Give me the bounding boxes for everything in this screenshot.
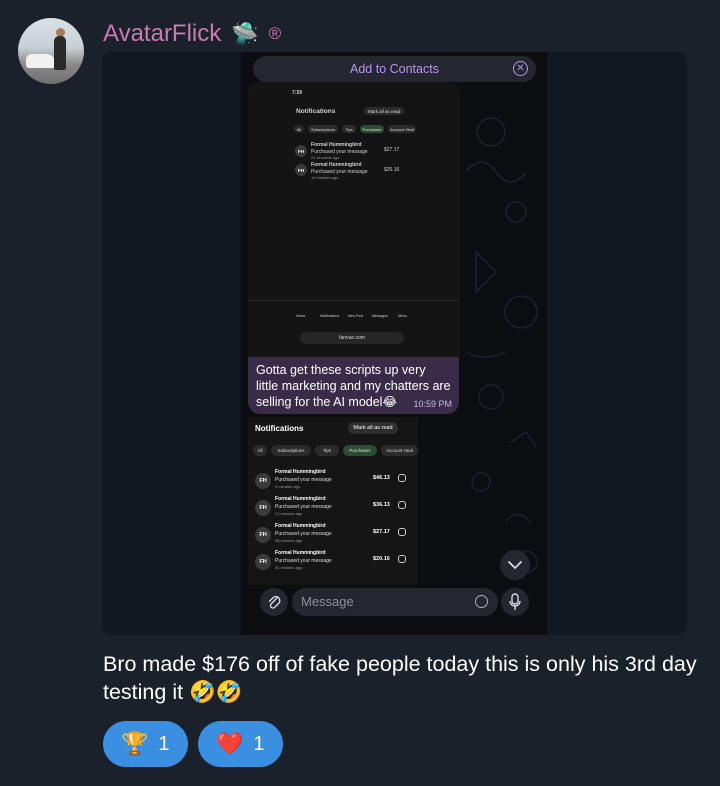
s2-row: FH Formal Hummingbird Purchased your mes… bbox=[248, 494, 418, 521]
s2-row-avatar: FH bbox=[255, 500, 271, 516]
message-placeholder: Message bbox=[301, 594, 354, 609]
s1-row2-name: Formal Hummingbird bbox=[311, 162, 362, 168]
s1-tab-account: Account Heal bbox=[388, 125, 416, 133]
notifications-screenshot-2: Notifications Mark all as read All Subsc… bbox=[248, 417, 418, 585]
mic-button[interactable] bbox=[501, 588, 529, 616]
s2-row-ago: 38 minutes ago bbox=[275, 538, 303, 543]
s2-tab-tips: Tips bbox=[315, 445, 339, 456]
s1-mark-all: Mark all as read bbox=[364, 107, 404, 115]
s1-nav-notifications: Notifications bbox=[320, 314, 340, 318]
s2-row-avatar: FH bbox=[255, 554, 271, 570]
s1-url: fanvue.com bbox=[339, 335, 365, 341]
s1-row2-ago: 12 minutes ago bbox=[311, 175, 339, 180]
inner-chat-bubble: Gotta get these scripts up very little m… bbox=[248, 357, 459, 414]
s2-row-ago: 21 minutes ago bbox=[275, 511, 303, 516]
s2-row-amount: $20.16 bbox=[373, 556, 390, 562]
microphone-icon bbox=[509, 593, 521, 610]
alarm-icon bbox=[398, 474, 406, 482]
s2-mark-all-label: Mark all as read bbox=[353, 425, 393, 431]
status-time: 7:59 bbox=[292, 90, 303, 96]
s1-row1-amount: $27.17 bbox=[384, 147, 400, 153]
reaction-trophy[interactable]: 🏆 1 bbox=[103, 721, 188, 767]
s2-row-name: Formal Hummingbird bbox=[275, 523, 326, 529]
avatar-car bbox=[26, 54, 56, 68]
reaction-count: 1 bbox=[253, 732, 265, 755]
s2-row-ago: 9 minutes ago bbox=[275, 484, 301, 489]
s1-nav-messages: Messages bbox=[372, 314, 388, 318]
sticker-icon[interactable] bbox=[475, 595, 488, 608]
s2-mark-all: Mark all as read bbox=[348, 422, 398, 434]
chevron-down-icon bbox=[508, 561, 522, 570]
s1-nav-new-post: New Post bbox=[348, 314, 363, 318]
s1-nav-menu: Menu bbox=[398, 314, 407, 318]
ufo-emoji: 🛸 bbox=[231, 21, 259, 46]
attach-button[interactable] bbox=[260, 588, 288, 616]
alarm-icon bbox=[398, 555, 406, 563]
s1-title: Notifications bbox=[296, 108, 336, 115]
s1-tab-tips: Tips bbox=[342, 125, 356, 133]
s2-row-msg: Purchased your message bbox=[275, 477, 332, 483]
sender-header[interactable]: AvatarFlick 🛸 ® bbox=[103, 20, 281, 48]
s2-row-name: Formal Hummingbird bbox=[275, 550, 326, 556]
paperclip-icon bbox=[268, 595, 281, 609]
s1-row2-avatar: FH bbox=[295, 164, 307, 176]
alarm-icon bbox=[398, 501, 406, 509]
add-to-contacts-label[interactable]: Add to Contacts bbox=[350, 62, 439, 76]
s2-row-amount: $36.13 bbox=[373, 502, 390, 508]
s2-tab-all: All bbox=[253, 445, 267, 456]
inner-bubble-time: 10:59 PM bbox=[413, 399, 452, 409]
s2-row: FH Formal Hummingbird Purchased your mes… bbox=[248, 548, 418, 575]
s1-bottom-nav: Home Notifications New Post Messages Men… bbox=[248, 300, 460, 322]
s1-tab-subscriptions: Subscriptions bbox=[308, 125, 338, 133]
s1-row1-name: Formal Hummingbird bbox=[311, 142, 362, 148]
s2-tab-account: Account Heal bbox=[381, 445, 418, 456]
notifications-screenshot-1: 7:59 Notifications Mark all as read All … bbox=[248, 82, 460, 357]
s2-row-avatar: FH bbox=[255, 473, 271, 489]
s2-row-amount: $46.13 bbox=[373, 475, 390, 481]
s2-title: Notifications bbox=[255, 424, 304, 433]
alarm-icon bbox=[398, 528, 406, 536]
s2-row-avatar: FH bbox=[255, 527, 271, 543]
s2-row-name: Formal Hummingbird bbox=[275, 496, 326, 502]
s2-row: FH Formal Hummingbird Purchased your mes… bbox=[248, 521, 418, 548]
s1-tab-purchases: Purchases bbox=[360, 125, 384, 133]
message-caption: Bro made $176 off of fake people today t… bbox=[103, 652, 697, 704]
reaction-heart[interactable]: ❤️ 1 bbox=[198, 721, 283, 767]
reaction-count: 1 bbox=[158, 732, 170, 755]
sender-name[interactable]: AvatarFlick bbox=[103, 20, 221, 48]
add-to-contacts-bar[interactable]: Add to Contacts ✕ bbox=[253, 56, 536, 82]
s2-row-name: Formal Hummingbird bbox=[275, 469, 326, 475]
s2-row-msg: Purchased your message bbox=[275, 558, 332, 564]
registered-mark: ® bbox=[268, 24, 282, 43]
s1-row2-amount: $20.16 bbox=[384, 167, 400, 173]
trophy-icon: 🏆 bbox=[121, 731, 149, 756]
s1-mark-all-label: Mark all as read bbox=[367, 108, 400, 114]
s2-row-ago: 51 minutes ago bbox=[275, 565, 303, 570]
s1-row1-avatar: FH bbox=[295, 145, 307, 157]
avatar-person bbox=[54, 36, 66, 70]
s1-nav-home: Home bbox=[296, 314, 306, 318]
s2-tab-subscriptions: Subscriptions bbox=[271, 445, 311, 456]
s1-tab-all: All bbox=[294, 125, 304, 133]
s2-row-msg: Purchased your message bbox=[275, 504, 332, 510]
s2-row-msg: Purchased your message bbox=[275, 531, 332, 537]
s2-row: FH Formal Hummingbird Purchased your mes… bbox=[248, 467, 418, 494]
heart-icon: ❤️ bbox=[216, 731, 244, 756]
scroll-down-button[interactable] bbox=[500, 550, 530, 580]
s1-url-bar: fanvue.com bbox=[300, 332, 404, 344]
sender-avatar[interactable] bbox=[18, 18, 84, 84]
message-input[interactable]: Message bbox=[292, 588, 498, 616]
s1-row1-ago: 21 seconds ago bbox=[311, 155, 340, 160]
s2-tab-purchases: Purchases bbox=[343, 445, 377, 456]
close-icon[interactable]: ✕ bbox=[513, 61, 528, 76]
s2-row-amount: $27.17 bbox=[373, 529, 390, 535]
